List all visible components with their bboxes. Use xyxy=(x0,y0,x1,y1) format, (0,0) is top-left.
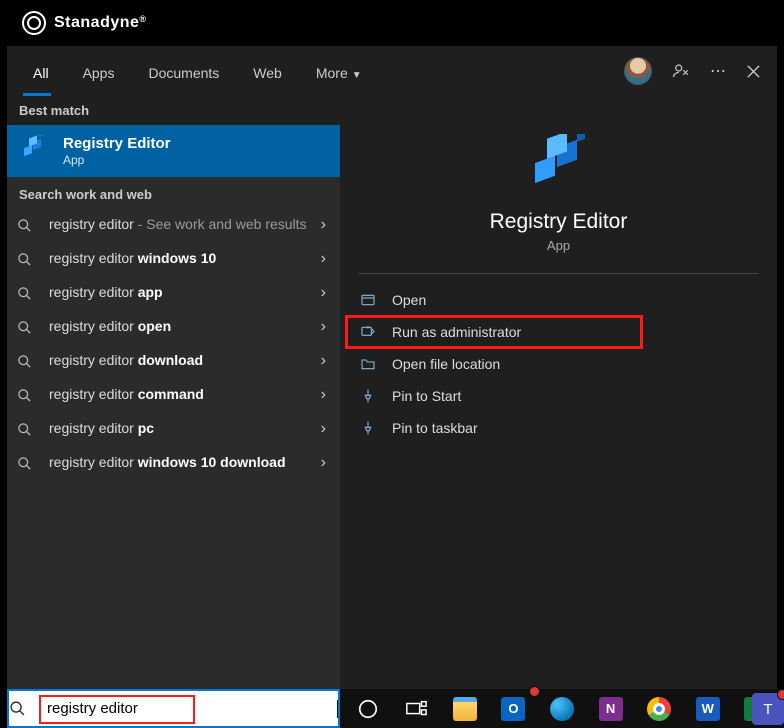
search-icon xyxy=(17,456,35,471)
suggestion-item[interactable]: registry editor pc › xyxy=(7,412,340,446)
search-input[interactable]: registry editor xyxy=(43,698,337,719)
tab-documents[interactable]: Documents xyxy=(138,50,229,93)
search-tabs: All Apps Documents Web More▼ ⋯ xyxy=(7,46,777,96)
suggestion-text: registry editor windows 10 xyxy=(49,250,307,268)
suggestion-item[interactable]: registry editor - See work and web resul… xyxy=(7,208,340,242)
results-column: Best match Registry Editor App Search wo… xyxy=(7,96,340,691)
chevron-right-icon: › xyxy=(321,318,330,336)
search-icon xyxy=(17,422,35,437)
chevron-right-icon: › xyxy=(321,216,330,234)
registry-icon xyxy=(19,135,51,167)
suggestion-item[interactable]: registry editor app › xyxy=(7,276,340,310)
taskbar: O N W X T xyxy=(340,689,784,728)
search-panel: All Apps Documents Web More▼ ⋯ Best matc… xyxy=(7,46,777,691)
tab-all[interactable]: All xyxy=(23,50,59,93)
admin-icon xyxy=(360,324,378,340)
taskbar-cortana[interactable] xyxy=(344,689,392,728)
suggestion-item[interactable]: registry editor windows 10 download › xyxy=(7,446,340,480)
best-match-subtitle: App xyxy=(63,153,171,167)
suggestion-item[interactable]: registry editor download › xyxy=(7,344,340,378)
search-icon xyxy=(17,354,35,369)
brand-logo-icon xyxy=(22,11,46,35)
chevron-right-icon: › xyxy=(321,284,330,302)
text-caret xyxy=(337,700,338,718)
suggestion-text: registry editor open xyxy=(49,318,307,336)
search-icon xyxy=(17,218,35,233)
action-pin-to-start[interactable]: Pin to Start xyxy=(340,380,777,412)
action-run-as-administrator[interactable]: Run as administrator xyxy=(346,316,642,348)
taskbar-teams[interactable]: T xyxy=(752,693,784,725)
suggestion-item[interactable]: registry editor command › xyxy=(7,378,340,412)
pin-icon xyxy=(360,420,378,436)
more-options-icon[interactable]: ⋯ xyxy=(710,61,726,81)
section-best-match: Best match xyxy=(7,96,340,125)
suggestion-item[interactable]: registry editor open › xyxy=(7,310,340,344)
suggestion-text: registry editor windows 10 download xyxy=(49,454,307,472)
suggestion-text: registry editor - See work and web resul… xyxy=(49,216,307,234)
action-pin-to-taskbar[interactable]: Pin to taskbar xyxy=(340,412,777,444)
taskbar-taskview[interactable] xyxy=(393,689,441,728)
user-avatar[interactable] xyxy=(624,57,652,85)
search-icon xyxy=(17,320,35,335)
taskbar-chrome[interactable] xyxy=(635,689,683,728)
search-icon xyxy=(17,388,35,403)
registry-big-icon xyxy=(527,134,591,198)
search-box[interactable]: registry editor xyxy=(7,689,340,728)
section-work-web: Search work and web xyxy=(7,177,340,208)
search-icon xyxy=(17,252,35,267)
detail-subtitle: App xyxy=(340,238,777,253)
action-label: Run as administrator xyxy=(392,324,521,340)
detail-title: Registry Editor xyxy=(340,210,777,234)
chevron-right-icon: › xyxy=(321,250,330,268)
folder-icon xyxy=(360,356,378,372)
pin-icon xyxy=(360,388,378,404)
taskbar-word[interactable]: W xyxy=(684,689,732,728)
suggestion-text: registry editor app xyxy=(49,284,307,302)
best-match-result[interactable]: Registry Editor App xyxy=(7,125,340,177)
taskbar-edge[interactable] xyxy=(538,689,586,728)
brand-name: Stanadyne® xyxy=(54,14,147,32)
chevron-right-icon: › xyxy=(321,420,330,438)
tab-underline xyxy=(23,93,51,96)
action-label: Open file location xyxy=(392,356,500,372)
action-label: Pin to Start xyxy=(392,388,461,404)
close-icon[interactable] xyxy=(746,64,761,79)
chevron-right-icon: › xyxy=(321,352,330,370)
action-label: Open xyxy=(392,292,426,308)
open-icon xyxy=(360,292,378,308)
taskbar-explorer[interactable] xyxy=(441,689,489,728)
taskbar-outlook[interactable]: O xyxy=(490,689,538,728)
tab-more[interactable]: More▼ xyxy=(306,50,372,93)
chevron-right-icon: › xyxy=(321,386,330,404)
brand-bar: Stanadyne® xyxy=(0,0,784,46)
tab-web[interactable]: Web xyxy=(243,50,292,93)
taskbar-onenote[interactable]: N xyxy=(587,689,635,728)
action-open[interactable]: Open xyxy=(340,284,777,316)
search-icon xyxy=(17,286,35,301)
action-label: Pin to taskbar xyxy=(392,420,478,436)
tab-apps[interactable]: Apps xyxy=(73,50,125,93)
chevron-right-icon: › xyxy=(321,454,330,472)
feedback-icon[interactable] xyxy=(672,62,690,80)
search-icon xyxy=(9,700,43,717)
suggestion-text: registry editor download xyxy=(49,352,307,370)
suggestion-text: registry editor pc xyxy=(49,420,307,438)
action-open-file-location[interactable]: Open file location xyxy=(340,348,777,380)
details-column: Registry Editor App Open Run as administr… xyxy=(340,96,777,691)
suggestion-item[interactable]: registry editor windows 10 › xyxy=(7,242,340,276)
suggestion-text: registry editor command xyxy=(49,386,307,404)
divider xyxy=(358,273,759,274)
best-match-title: Registry Editor xyxy=(63,135,171,153)
